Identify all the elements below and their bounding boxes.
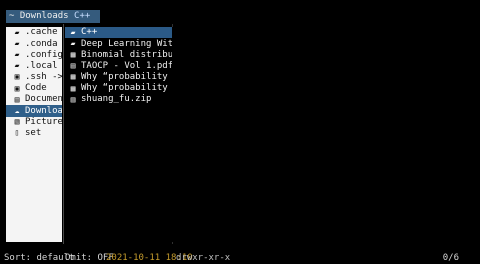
- current-list-item-taocp[interactable]: ▤ TAOCP - Vol 1.pdf: [65, 61, 172, 72]
- current-list-item-cpp[interactable]: ▰ C++: [65, 27, 172, 39]
- permissions-status: drwxr-xr-x: [176, 253, 231, 263]
- folder-link-icon: ▣: [14, 72, 20, 82]
- list-item-label: Deep Learning With T: [81, 38, 172, 49]
- list-item-label: Why “probability of: [81, 72, 172, 83]
- archive-icon: ▥: [70, 94, 76, 104]
- current-list-item-binomial[interactable]: ▦ Binomial distributio: [65, 49, 172, 60]
- documents-icon: ▤: [14, 94, 20, 104]
- list-item-label: Download: [25, 105, 62, 116]
- parent-list-item-cache[interactable]: ▰ .cache: [6, 27, 62, 38]
- parent-list-item-local[interactable]: ▰ .local: [6, 61, 62, 72]
- list-item-label: Binomial distributio: [81, 49, 172, 60]
- list-item-label: .cache: [25, 27, 58, 38]
- folder-icon: ▰: [14, 38, 20, 48]
- parent-directory-pane: ▰ .cache ▰ .conda ▰ .config ▰ .local ▣ .…: [6, 27, 62, 242]
- video-icon: ▦: [70, 83, 76, 93]
- parent-list-item-conda[interactable]: ▰ .conda: [6, 38, 62, 49]
- code-folder-icon: ▣: [14, 83, 20, 93]
- item-counter: 0/6: [442, 253, 459, 263]
- current-list-item-why-probability-2[interactable]: ▦ Why “probability of: [65, 83, 172, 94]
- current-list-item-why-probability-1[interactable]: ▦ Why “probability of: [65, 72, 172, 83]
- list-item-label: set: [25, 128, 42, 139]
- path-title-bar: ~ Downloads C++: [6, 10, 100, 23]
- list-item-label: Why “probability of: [81, 83, 172, 94]
- path-current-folder: C++: [74, 11, 91, 21]
- parent-list-item-code[interactable]: ▣ Code: [6, 83, 62, 94]
- parent-list-item-set[interactable]: ▯ set: [6, 128, 62, 139]
- list-item-label: .conda: [25, 38, 58, 49]
- current-list-item-shuang-fu-zip[interactable]: ▥ shuang_fu.zip: [65, 94, 172, 105]
- parent-list-item-downloads[interactable]: ☁ Download: [6, 105, 62, 117]
- file-manager-window: ~ Downloads C++ ▰ .cache ▰ .conda ▰ .con…: [0, 0, 480, 264]
- pdf-icon: ▤: [70, 61, 76, 71]
- list-item-label: TAOCP - Vol 1.pdf: [81, 60, 172, 71]
- video-icon: ▦: [70, 72, 76, 82]
- pictures-icon: ▧: [14, 117, 20, 127]
- video-icon: ▦: [70, 49, 76, 59]
- list-item-label: .local: [25, 60, 58, 71]
- list-item-label: Document: [25, 94, 62, 105]
- parent-list-item-pictures[interactable]: ▧ Pictures: [6, 117, 62, 128]
- list-item-label: .ssh ->: [25, 72, 62, 83]
- path-prefix: ~ Downloads: [9, 11, 69, 21]
- list-item-label: shuang_fu.zip: [81, 94, 152, 105]
- parent-list-item-config[interactable]: ▰ .config: [6, 49, 62, 60]
- list-item-label: Pictures: [25, 116, 62, 127]
- column-divider: [63, 24, 64, 244]
- list-item-label: .config: [25, 49, 62, 60]
- folder-icon: ▰: [14, 49, 20, 59]
- parent-list-item-documents[interactable]: ▤ Document: [6, 94, 62, 105]
- folder-icon: ▰: [70, 38, 76, 48]
- file-icon: ▯: [14, 128, 20, 138]
- folder-icon: ▰: [70, 27, 76, 37]
- folder-icon: ▰: [14, 27, 20, 37]
- folder-icon: ▰: [14, 61, 20, 71]
- list-item-label: C++: [81, 27, 98, 38]
- list-item-label: Code: [25, 83, 47, 94]
- current-list-item-deep-learning[interactable]: ▰ Deep Learning With T: [65, 38, 172, 49]
- status-bar: Sort: default Omit: OFF 2021-10-11 18:10…: [0, 252, 480, 264]
- parent-list-item-ssh[interactable]: ▣ .ssh ->: [6, 72, 62, 83]
- downloads-icon: ☁: [14, 105, 20, 115]
- current-directory-pane: ▰ C++ ▰ Deep Learning With T ▦ Binomial …: [65, 27, 172, 242]
- preview-pane: [172, 27, 472, 242]
- sort-status: Sort: default: [4, 253, 75, 263]
